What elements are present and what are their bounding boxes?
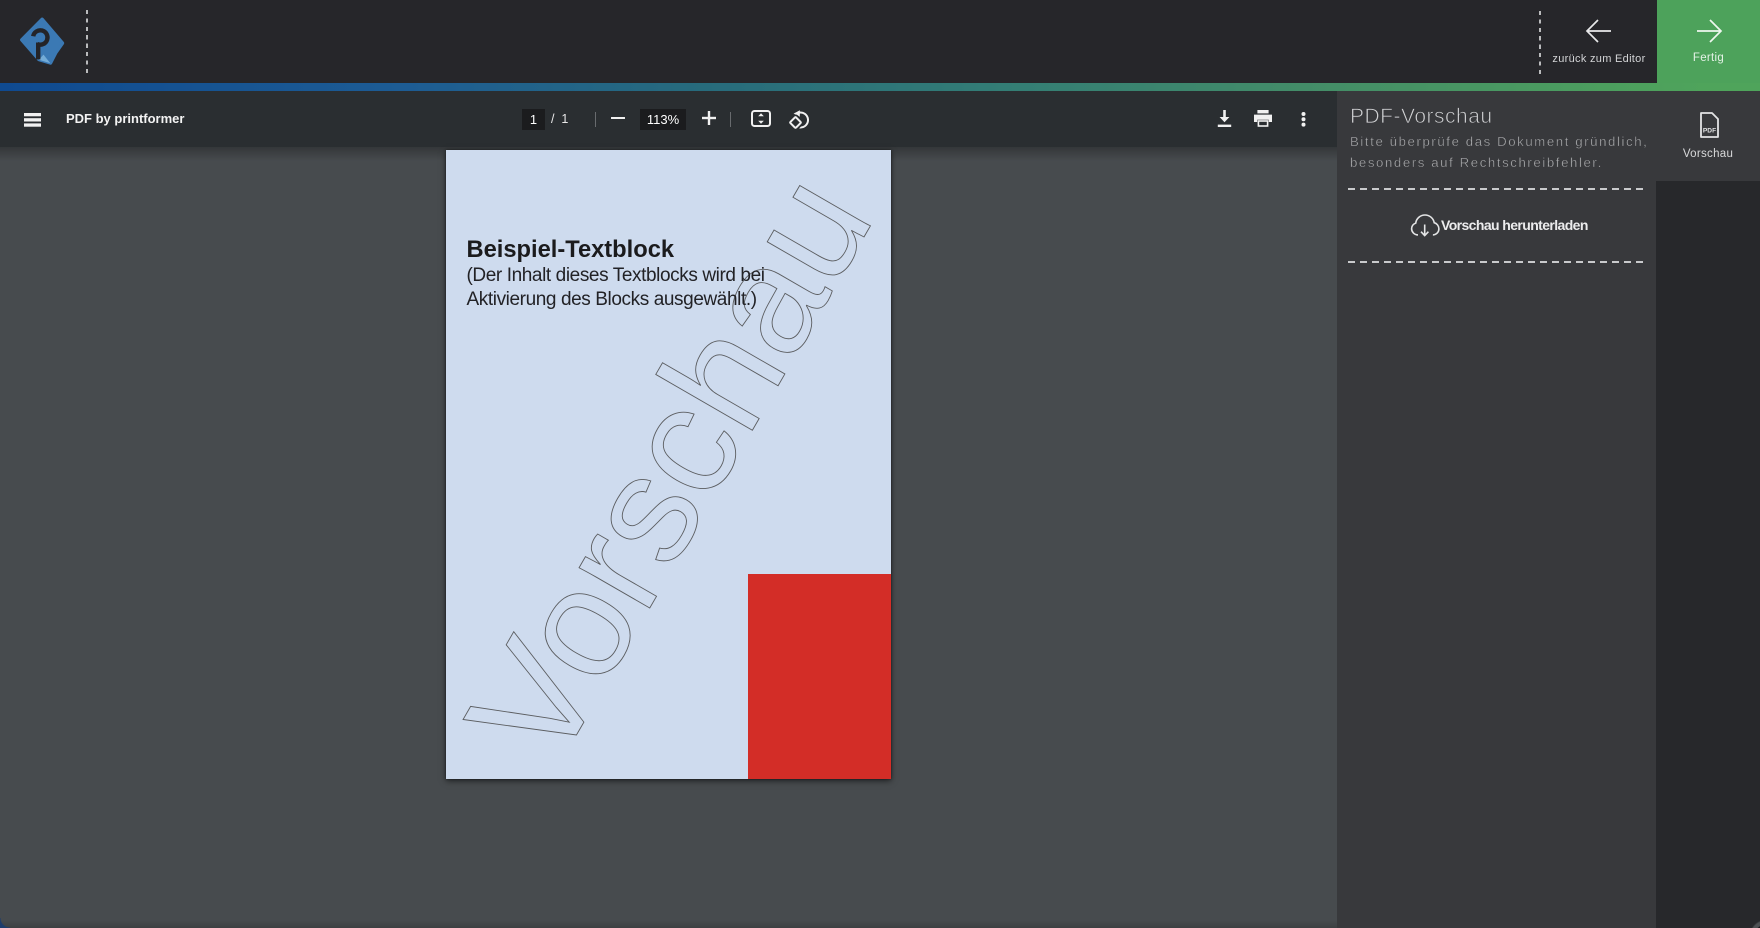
svg-text:PDF: PDF <box>1703 128 1716 135</box>
